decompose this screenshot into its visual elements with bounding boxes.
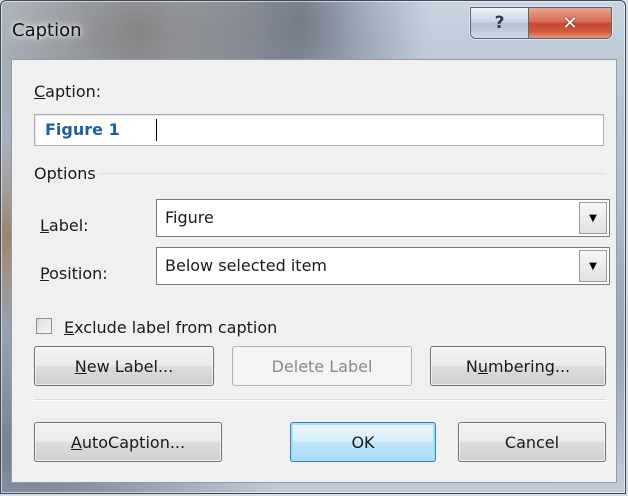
label-dropdown-value: Figure [165, 208, 214, 227]
new-label-button[interactable]: New Label... [34, 346, 214, 386]
caption-dialog-window: Caption ? ✕ Caption: Figure 1 Options La… [0, 0, 626, 494]
autocaption-button[interactable]: AutoCaption... [34, 422, 222, 462]
window-title: Caption [12, 20, 82, 41]
help-icon: ? [494, 13, 505, 33]
button-row-separator [34, 399, 606, 401]
position-dropdown-value: Below selected item [165, 256, 327, 275]
caption-input-value: Figure 1 [45, 120, 120, 139]
exclude-label-checkbox[interactable] [36, 318, 52, 334]
ok-button[interactable]: OK [290, 422, 436, 462]
options-group-divider [98, 173, 606, 174]
options-group-label: Options [34, 164, 96, 183]
close-icon: ✕ [562, 12, 578, 34]
dropdown-arrow-icon[interactable]: ▼ [579, 250, 607, 282]
position-field-label: Position: [40, 264, 108, 283]
exclude-label-text[interactable]: Exclude label from caption [64, 318, 277, 337]
caption-buttons: ? ✕ [470, 7, 612, 39]
help-button[interactable]: ? [471, 8, 529, 38]
dropdown-arrow-icon[interactable]: ▼ [579, 202, 607, 234]
dialog-client-area: Caption: Figure 1 Options Label: Figure … [11, 59, 617, 483]
numbering-button[interactable]: Nu mbering... [430, 346, 606, 386]
delete-label-button[interactable]: Delete Label [232, 346, 412, 386]
caption-field-label: Caption: [34, 82, 102, 101]
label-dropdown[interactable]: Figure ▼ [156, 199, 610, 237]
text-cursor [156, 119, 157, 141]
label-field-label: Label: [40, 216, 89, 235]
cancel-button[interactable]: Cancel [458, 422, 606, 462]
close-button[interactable]: ✕ [529, 8, 611, 38]
position-dropdown[interactable]: Below selected item ▼ [156, 247, 610, 285]
caption-input[interactable]: Figure 1 [34, 114, 604, 146]
